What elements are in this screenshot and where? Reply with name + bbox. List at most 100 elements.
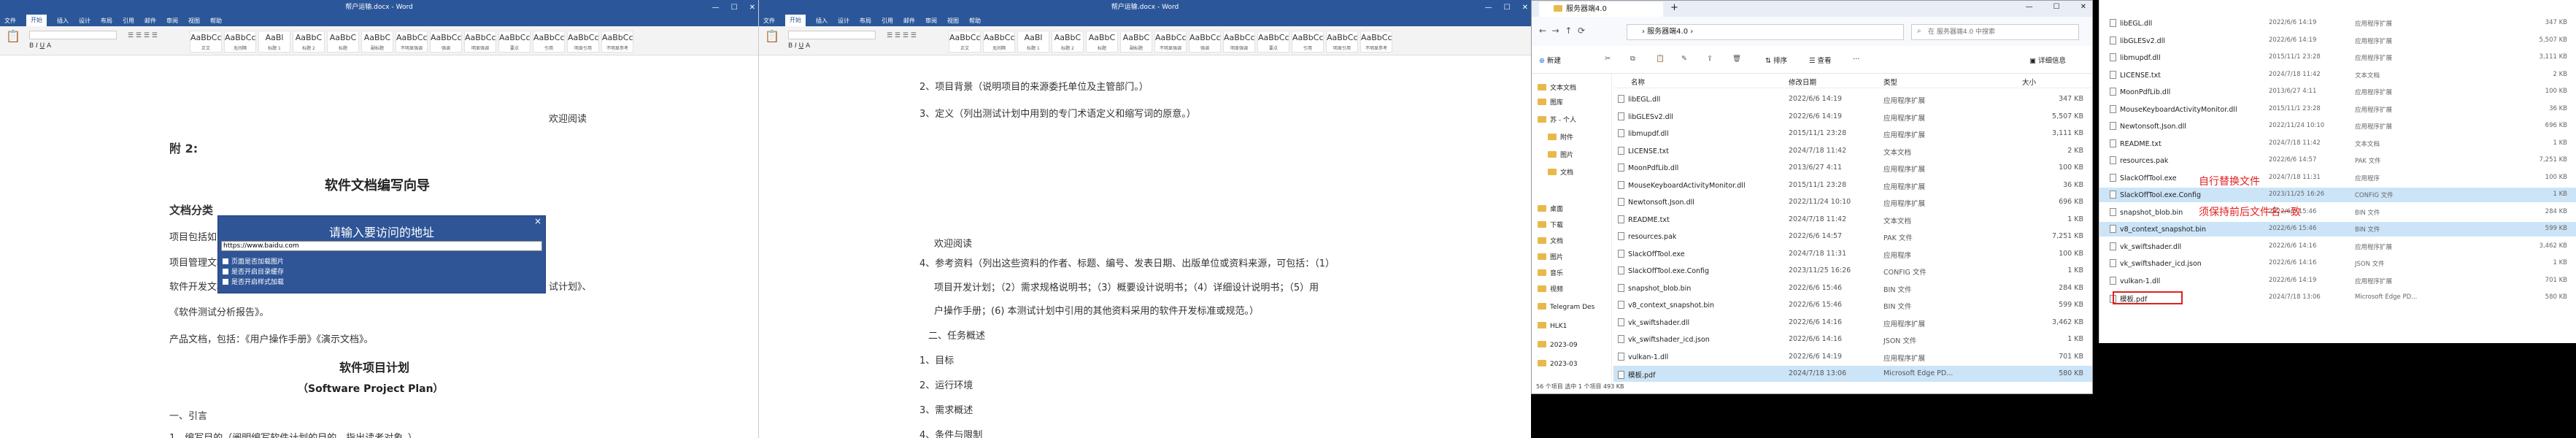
nav-item[interactable]: 图片 xyxy=(1548,150,1573,163)
checkbox-icon[interactable] xyxy=(223,279,228,285)
details-button[interactable]: ▣ 详细信息 xyxy=(2029,55,2066,65)
paste-button[interactable]: 📋 xyxy=(6,29,22,51)
table-row[interactable]: libmupdf.dll 2015/11/1 23:28 应用程序扩展 3,111 K… xyxy=(1613,126,2092,142)
nav-arrows[interactable]: ← → ↑ ⟳ xyxy=(1539,26,1585,36)
style-12[interactable]: AaBbCcDd 不明显参考 xyxy=(601,31,633,53)
style-7[interactable]: AaBbCcDd 强调 xyxy=(1189,31,1221,53)
copy-icon[interactable]: ⧉ xyxy=(1630,55,1635,63)
nav-item[interactable]: 音乐 xyxy=(1538,268,1563,281)
maximize-icon-3[interactable]: ☐ xyxy=(2054,3,2060,11)
zoom-row[interactable]: vulkan-1.dll 2022/6/6 14:19 应用程序扩展 701 KB xyxy=(2099,274,2576,288)
style-4[interactable]: AaBbC 标题 xyxy=(1086,31,1118,53)
tab-4[interactable]: 布局 xyxy=(860,17,871,25)
tab-5[interactable]: 引用 xyxy=(123,17,134,25)
share-icon[interactable]: ⇪ xyxy=(1707,55,1713,63)
minimize-icon[interactable]: — xyxy=(712,4,720,12)
tab-0[interactable]: 文件 xyxy=(763,17,775,25)
zoom-row[interactable]: LICENSE.txt 2024/7/18 11:42 文本文档 2 KB xyxy=(2099,68,2576,82)
nav-item[interactable]: 2023-03 xyxy=(1538,360,1578,373)
col-name[interactable]: 名称 xyxy=(1631,77,1645,87)
table-row[interactable]: resources.pak 2022/6/6 14:57 PAK 文件 7,251 K… xyxy=(1613,228,2092,245)
style-5[interactable]: AaBbC 副标题 xyxy=(1120,31,1152,53)
tab-6[interactable]: 邮件 xyxy=(903,17,915,25)
paragraph-controls-2[interactable]: ☰ ☰ ☰ ☰ xyxy=(887,32,917,39)
zoom-row[interactable]: SlackOffTool.exe.Config 2023/11/25 16:26 C… xyxy=(2099,188,2576,202)
dialog-option[interactable]: 页面是否加载图片 xyxy=(223,256,284,266)
nav-item[interactable]: 桌面 xyxy=(1538,204,1563,217)
col-type[interactable]: 类型 xyxy=(1883,77,1897,87)
tab-0[interactable]: 文件 xyxy=(4,17,16,25)
zoom-row[interactable]: MoonPdfLib.dll 2013/6/27 4:11 应用程序扩展 100 KB xyxy=(2099,85,2576,99)
checkbox-icon[interactable] xyxy=(223,258,228,264)
tab-7[interactable]: 审阅 xyxy=(166,17,178,25)
nav-item[interactable]: 文档 xyxy=(1538,236,1563,249)
search-input[interactable] xyxy=(1911,24,2079,40)
col-date[interactable]: 修改日期 xyxy=(1789,77,1816,87)
tab-8[interactable]: 视图 xyxy=(947,17,959,25)
zoom-row[interactable]: snapshot_blob.bin 2022/6/6 15:46 BIN 文件 284… xyxy=(2099,205,2576,220)
minimize-icon-2[interactable]: — xyxy=(1485,4,1492,12)
paste-button-2[interactable]: 📋 xyxy=(765,29,781,51)
table-row[interactable]: SlackOffTool.exe.Config 2023/11/25 16:26 C… xyxy=(1613,263,2092,279)
tab-2[interactable]: 插入 xyxy=(816,17,828,25)
table-row[interactable]: Newtonsoft.Json.dll 2022/11/24 10:10 应用程序扩… xyxy=(1613,194,2092,210)
explorer-tab[interactable]: 服务器端4.0 xyxy=(1539,2,1663,17)
table-row[interactable]: libGLESv2.dll 2022/6/6 14:19 应用程序扩展 5,507 K… xyxy=(1613,109,2092,125)
tab-3[interactable]: 设计 xyxy=(838,17,849,25)
style-8[interactable]: AaBbCcDd 明显强调 xyxy=(1223,31,1255,53)
sort-button[interactable]: ⇅ 排序 xyxy=(1765,55,1787,65)
zoom-row[interactable]: README.txt 2024/7/18 11:42 文本文档 1 KB xyxy=(2099,137,2576,151)
paragraph-controls[interactable]: ☰ ☰ ☰ ☰ xyxy=(128,32,158,39)
style-0[interactable]: AaBbCcDd 正文 xyxy=(949,31,981,53)
style-8[interactable]: AaBbCcDd 明显强调 xyxy=(464,31,496,53)
tab-9[interactable]: 帮助 xyxy=(210,17,222,25)
table-row[interactable]: vulkan-1.dll 2022/6/6 14:19 应用程序扩展 701 KB xyxy=(1613,349,2092,365)
nav-item[interactable]: Telegram Des xyxy=(1538,303,1594,316)
tab-5[interactable]: 引用 xyxy=(882,17,893,25)
style-2[interactable]: AaBl 标题 1 xyxy=(1017,31,1049,53)
url-input[interactable] xyxy=(221,241,542,251)
tab-6[interactable]: 邮件 xyxy=(144,17,156,25)
close-icon[interactable]: ✕ xyxy=(749,4,755,12)
tab-4[interactable]: 布局 xyxy=(101,17,112,25)
style-11[interactable]: AaBbCcDd 明显引用 xyxy=(1326,31,1358,53)
style-4[interactable]: AaBbC 标题 xyxy=(327,31,359,53)
tab-3[interactable]: 设计 xyxy=(79,17,90,25)
tab-2[interactable]: 插入 xyxy=(57,17,69,25)
nav-item[interactable]: 苏 - 个人 xyxy=(1538,115,1576,128)
rename-icon[interactable]: ✎ xyxy=(1681,55,1687,63)
table-row[interactable]: LICENSE.txt 2024/7/18 11:42 文本文档 2 KB xyxy=(1613,143,2092,159)
nav-item[interactable]: 图库 xyxy=(1538,97,1563,110)
zoom-row[interactable]: SlackOffTool.exe 2024/7/18 11:31 应用程序 100 K… xyxy=(2099,171,2576,185)
tab-8[interactable]: 视图 xyxy=(188,17,200,25)
style-3[interactable]: AaBbC 标题 2 xyxy=(293,31,325,53)
checkbox-icon[interactable] xyxy=(223,269,228,274)
nav-item[interactable]: 下载 xyxy=(1538,220,1563,233)
nav-item[interactable]: 文本文档 xyxy=(1538,82,1576,96)
nav-item[interactable]: 视频 xyxy=(1538,284,1563,297)
table-row[interactable]: MouseKeyboardActivityMonitor.dll 2015/11/… xyxy=(1613,177,2092,193)
format-buttons-2[interactable]: B I U A xyxy=(788,42,810,50)
style-9[interactable]: AaBbCcDd 要点 xyxy=(1257,31,1289,53)
style-1[interactable]: AaBbCcDd 无间隔 xyxy=(224,31,256,53)
style-6[interactable]: AaBbCcDd 不明显强调 xyxy=(1154,31,1187,53)
zoom-row[interactable]: libGLESv2.dll 2022/6/6 14:19 应用程序扩展 5,507 K… xyxy=(2099,34,2576,48)
new-tab-button[interactable]: + xyxy=(1670,2,1678,13)
breadcrumb-item[interactable]: 服务器端4.0 xyxy=(1647,28,1688,36)
zoom-row[interactable]: vk_swiftshader_icd.json 2022/6/6 14:16 JSO… xyxy=(2099,256,2576,271)
format-buttons[interactable]: B I U A xyxy=(29,42,51,50)
style-11[interactable]: AaBbCcDd 明显引用 xyxy=(567,31,599,53)
zoom-row[interactable]: libEGL.dll 2022/6/6 14:19 应用程序扩展 347 KB xyxy=(2099,16,2576,31)
zoom-row[interactable]: Newtonsoft.Json.dll 2022/11/24 10:10 应用程序扩… xyxy=(2099,119,2576,134)
zoom-row[interactable]: resources.pak 2022/6/6 14:57 PAK 文件 7,251 K… xyxy=(2099,153,2576,168)
more-icon[interactable]: … xyxy=(1853,53,1860,61)
nav-item[interactable]: HLK1 xyxy=(1538,322,1567,335)
minimize-icon-3[interactable]: — xyxy=(2026,3,2033,11)
style-10[interactable]: AaBbCcDd 引用 xyxy=(1292,31,1324,53)
table-row[interactable]: vk_swiftshader.dll 2022/6/6 14:16 应用程序扩展 3,… xyxy=(1613,315,2092,331)
zoom-row[interactable]: v8_context_snapshot.bin 2022/6/6 15:46 BIN… xyxy=(2099,222,2576,237)
style-2[interactable]: AaBl 标题 1 xyxy=(258,31,290,53)
nav-item[interactable]: 2023-09 xyxy=(1538,341,1578,354)
tab-9[interactable]: 帮助 xyxy=(969,17,981,25)
col-size[interactable]: 大小 xyxy=(2022,77,2036,87)
